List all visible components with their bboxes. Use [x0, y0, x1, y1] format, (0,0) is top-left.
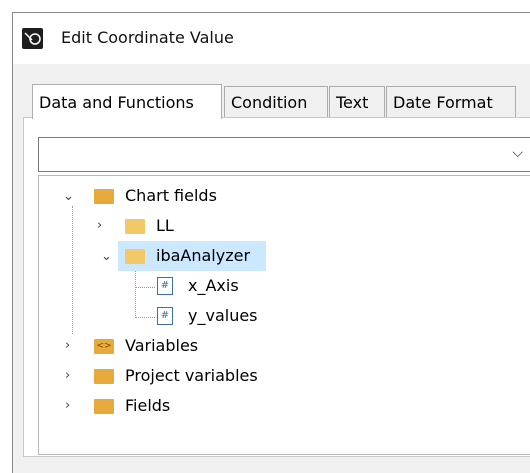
tree-item-label: Project variables [125, 366, 258, 385]
tree-item-label: y_values [188, 306, 258, 325]
tab-condition[interactable]: Condition [224, 86, 328, 117]
tree-item-y-values[interactable]: # y_values [39, 301, 299, 331]
variables-icon: <> [94, 339, 114, 354]
tree-item-label: LL [156, 216, 174, 235]
tree-item-variables[interactable]: › <> Variables [39, 331, 299, 361]
tree-item-label: Fields [125, 396, 171, 415]
title-bar: Edit Coordinate Value [13, 13, 530, 64]
chevron-down-icon[interactable]: ⌄ [63, 190, 75, 203]
chevron-right-icon[interactable]: › [97, 219, 109, 232]
tree-item-label: ibaAnalyzer [156, 246, 251, 265]
tab-text[interactable]: Text [329, 86, 385, 117]
tab-date-format[interactable]: Date Format [386, 86, 516, 117]
chevron-down-icon[interactable]: ⌵ [512, 145, 523, 161]
field-tree[interactable]: ⌄ Chart fields › LL ⌄ ibaAnalyzer # x_Ax… [38, 175, 530, 455]
fields-icon [94, 399, 114, 414]
window-title: Edit Coordinate Value [61, 28, 234, 47]
tree-item-project-variables[interactable]: › Project variables [39, 361, 299, 391]
chevron-right-icon[interactable]: › [65, 399, 77, 412]
chevron-right-icon[interactable]: › [65, 369, 77, 382]
tree-item-x-axis[interactable]: # x_Axis [39, 271, 299, 301]
field-icon: # [157, 277, 173, 295]
tab-data-and-functions[interactable]: Data and Functions [32, 84, 222, 119]
folder-icon [125, 249, 145, 264]
folder-icon [94, 189, 114, 204]
expression-combobox[interactable]: ⌵ [38, 137, 530, 172]
field-icon: # [157, 307, 173, 325]
tree-item-ll[interactable]: › LL [39, 211, 299, 241]
tree-item-fields[interactable]: › Fields [39, 391, 299, 421]
tree-item-label: Chart fields [125, 186, 217, 205]
project-variables-icon [94, 369, 114, 384]
tree-item-chart-fields[interactable]: ⌄ Chart fields [39, 181, 299, 211]
app-icon [22, 28, 43, 49]
chevron-right-icon[interactable]: › [65, 339, 77, 352]
tree-item-ibaanalyzer[interactable]: ⌄ ibaAnalyzer [101, 241, 266, 271]
folder-icon [125, 219, 145, 234]
tree-item-label: x_Axis [188, 276, 239, 295]
chevron-down-icon[interactable]: ⌄ [101, 250, 113, 263]
tree-item-label: Variables [125, 336, 199, 355]
